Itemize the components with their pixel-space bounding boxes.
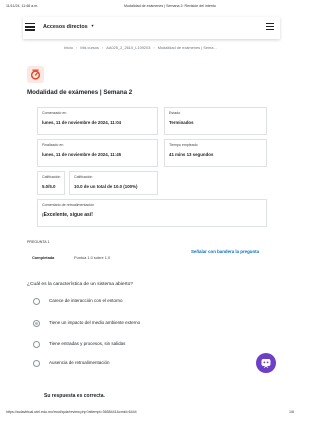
answer-option[interactable]: Tiene un impacto del medio ambiente exte…	[33, 319, 253, 329]
finished-value: lunes, 11 de noviembre de 2024, 11:45	[42, 152, 122, 157]
page-title: Modalidad de exámenes | Semana 2	[27, 89, 133, 96]
question-text: ¿Cuál es la característica de un sistema…	[27, 282, 134, 287]
marks-card: Calificación 5.0/5.0	[37, 171, 65, 195]
breadcrumb: Inicio › Mis cursos › AA025_2_2610_L109203 › M…	[64, 45, 217, 50]
breadcrumb-my-courses[interactable]: Mis cursos	[80, 45, 99, 50]
quiz-clock-icon	[30, 69, 41, 80]
answer-feedback: Su respuesta es correcta.	[44, 393, 105, 399]
print-header: 11/11/24, 11:48 a.m. Modalidad de exámen…	[6, 4, 294, 12]
radio-button-selected[interactable]	[33, 320, 40, 327]
flag-question-link[interactable]: Señalar con bandera la pregunta	[191, 249, 259, 254]
state-label: Estado	[169, 111, 181, 115]
question-mark: Puntúa 1.0 sobre 1.0	[74, 255, 111, 260]
hamburger-icon[interactable]	[25, 23, 35, 33]
radio-button[interactable]	[33, 360, 40, 367]
chat-assistant-button[interactable]	[256, 353, 276, 373]
print-timestamp: 11/11/24, 11:48 a.m.	[6, 4, 39, 8]
answer-option-label: Ausencia de retroalimentación	[49, 360, 110, 365]
started-card: Comenzado en lunes, 11 de noviembre de 2…	[37, 107, 158, 135]
finished-card: Finalizado en lunes, 11 de noviembre de …	[37, 139, 158, 167]
feedback-value: ¡Excelente, sigue así!	[42, 212, 93, 218]
question-state: Completada	[32, 255, 55, 260]
answer-option[interactable]: Ausencia de retroalimentación	[33, 359, 253, 369]
question-number: PREGUNTA 1	[27, 240, 50, 244]
started-value: lunes, 11 de noviembre de 2024, 11:04	[42, 120, 122, 125]
grade-value: 10.0 de un total de 10.0 (100%)	[74, 184, 138, 189]
top-navbar: Accesos directos ▼	[23, 17, 280, 39]
answer-option-label: Tiene un impacto del medio ambiente exte…	[49, 320, 141, 325]
caret-down-icon: ▼	[90, 24, 95, 28]
feedback-card: Comentario de retroalimentación ¡Excelen…	[37, 199, 267, 227]
answer-option[interactable]: Carece de interacción con el entorno	[33, 297, 253, 307]
state-value: Terminados	[169, 120, 194, 125]
print-document-title: Modalidad de exámenes | Semana 2: Revisi…	[124, 4, 216, 8]
breadcrumb-separator: ›	[101, 45, 104, 50]
chat-assistant-icon	[261, 359, 271, 368]
grade-label: Calificación	[74, 175, 93, 179]
grade-card: Calificación 10.0 de un total de 10.0 (1…	[69, 171, 158, 195]
breadcrumb-home[interactable]: Inicio	[64, 45, 73, 50]
time-taken-label: Tiempo empleado	[169, 143, 198, 147]
menu-lines-icon[interactable]	[266, 23, 274, 32]
breadcrumb-course[interactable]: AA025_2_2610_L109203	[106, 45, 150, 50]
marks-value: 5.0/5.0	[42, 184, 56, 189]
answer-option-label: Carece de interacción con el entorno	[49, 298, 123, 303]
breadcrumb-separator: ›	[153, 45, 155, 50]
marks-label: Calificación	[42, 175, 61, 179]
radio-button[interactable]	[33, 298, 40, 305]
finished-label: Finalizado en	[42, 143, 64, 147]
quick-access-label: Accesos directos	[43, 24, 88, 30]
answer-option-label: Tiene entradas y procesos, sin salidas	[49, 341, 126, 346]
time-taken-value: 41 mins 13 segundos	[169, 152, 214, 157]
print-page-number: 1/6	[289, 410, 294, 414]
feedback-label: Comentario de retroalimentación	[42, 203, 95, 207]
quiz-icon	[27, 66, 44, 83]
breadcrumb-quiz[interactable]: Modalidad de exámenes | Sema...	[158, 45, 217, 50]
breadcrumb-separator: ›	[76, 45, 78, 50]
answer-option[interactable]: Tiene entradas y procesos, sin salidas	[33, 340, 253, 350]
quick-access-dropdown[interactable]: Accesos directos ▼	[43, 24, 94, 30]
started-label: Comenzado en	[42, 111, 67, 115]
state-card: Estado Terminados	[164, 107, 267, 135]
radio-button[interactable]	[33, 341, 40, 348]
time-taken-card: Tiempo empleado 41 mins 13 segundos	[164, 139, 267, 167]
print-url: https://aulavirtual.utel.edu.mx/mod/quiz…	[6, 410, 137, 414]
